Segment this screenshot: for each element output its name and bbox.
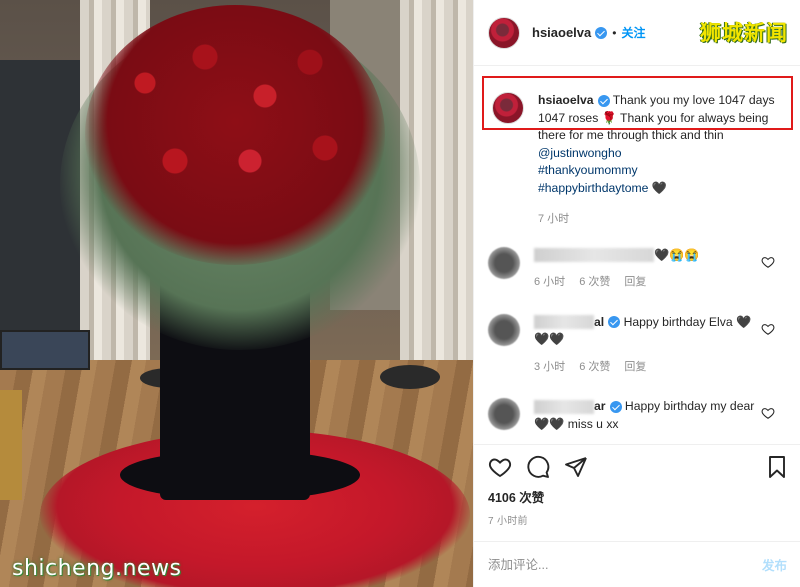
post-timestamp: 7 小时前: [488, 516, 528, 527]
rose-emoji: 🌹: [601, 110, 617, 125]
blurred-username[interactable]: [534, 399, 594, 414]
avatar[interactable]: [488, 313, 520, 346]
brand-watermark: 狮城新闻: [700, 21, 788, 45]
post-side-panel: hsiaoelva • 关注 狮城新闻 hsiaoelva Thank you …: [473, 0, 800, 587]
action-bar: [474, 445, 800, 479]
heart-emoji: 🖤: [651, 180, 668, 195]
comment-username-suffix[interactable]: ar: [594, 399, 606, 413]
comment-time: 6 小时: [534, 276, 566, 288]
hashtag-link[interactable]: #happybirthdaytome: [538, 181, 648, 195]
gift-box: [0, 390, 22, 500]
comment-likes[interactable]: 6 次赞: [579, 274, 610, 292]
comment-text: ar Happy birthday my dear 🖤🖤 miss u xx: [534, 398, 764, 433]
avatar[interactable]: [488, 398, 520, 430]
follow-button[interactable]: 关注: [621, 24, 645, 41]
blurred-text: [534, 248, 654, 263]
share-send-icon[interactable]: [564, 455, 588, 479]
rose-bouquet: [85, 5, 385, 265]
caption: hsiaoelva Thank you my love 1047 days 10…: [474, 66, 800, 229]
comment-emoji: 🖤😭😭: [654, 247, 700, 262]
comment-bubble-icon[interactable]: [526, 455, 550, 479]
like-comment-heart-icon[interactable]: [761, 255, 775, 269]
post-header: hsiaoelva • 关注 狮城新闻: [474, 0, 800, 66]
robot-vacuum: [380, 365, 440, 389]
header-username[interactable]: hsiaoelva: [532, 25, 591, 40]
comment-meta: 6 小时 6 次赞 回复: [534, 274, 764, 292]
comments-section[interactable]: hsiaoelva Thank you my love 1047 days 10…: [474, 66, 800, 444]
add-comment-bar: 发布: [474, 541, 800, 587]
side-table: [0, 330, 90, 370]
like-heart-icon[interactable]: [488, 455, 512, 479]
avatar[interactable]: [492, 92, 524, 124]
avatar[interactable]: [488, 246, 520, 279]
verified-badge-icon: [609, 400, 622, 413]
comment-item: al Happy birthday Elva 🖤🖤🖤 3 小时 6 次赞 回复: [474, 313, 800, 377]
comment-username-suffix[interactable]: al: [594, 315, 604, 329]
verified-badge-icon: [597, 94, 610, 107]
avatar[interactable]: [488, 16, 520, 49]
caption-username[interactable]: hsiaoelva: [538, 93, 594, 107]
hashtag-link[interactable]: #thankyoumommy: [538, 163, 638, 177]
caption-text: hsiaoelva Thank you my love 1047 days 10…: [538, 92, 778, 229]
reply-button[interactable]: 回复: [624, 274, 646, 292]
verified-badge-icon: [595, 26, 608, 39]
comment-likes[interactable]: 6 次赞: [579, 359, 610, 377]
comment-item: 🖤😭😭 6 小时 6 次赞 回复: [474, 246, 800, 292]
add-comment-input[interactable]: [488, 557, 762, 572]
like-comment-heart-icon[interactable]: [761, 322, 775, 336]
blurred-username[interactable]: [534, 315, 594, 330]
caption-time: 7 小时: [538, 213, 570, 225]
verified-badge-icon: [608, 316, 621, 329]
post-actions: 4106 次赞 7 小时前: [474, 444, 800, 532]
bookmark-save-icon[interactable]: [765, 455, 789, 479]
comment-text: al Happy birthday Elva 🖤🖤🖤 3 小时 6 次赞 回复: [534, 314, 764, 377]
comment-item: ar Happy birthday my dear 🖤🖤 miss u xx: [474, 398, 800, 433]
mention-link[interactable]: @justinwongho: [538, 146, 622, 160]
post-photo[interactable]: shicheng.news: [0, 0, 473, 587]
separator-dot: •: [612, 25, 617, 40]
post-comment-button[interactable]: 发布: [762, 555, 787, 574]
photo-watermark: shicheng.news: [12, 556, 182, 581]
comment-text: 🖤😭😭 6 小时 6 次赞 回复: [534, 247, 764, 292]
reply-button[interactable]: 回复: [624, 359, 646, 377]
comment-meta: 3 小时 6 次赞 回复: [534, 359, 764, 377]
like-comment-heart-icon[interactable]: [761, 406, 775, 420]
comment-time: 3 小时: [534, 360, 566, 373]
likes-count[interactable]: 4106 次赞: [474, 479, 800, 506]
